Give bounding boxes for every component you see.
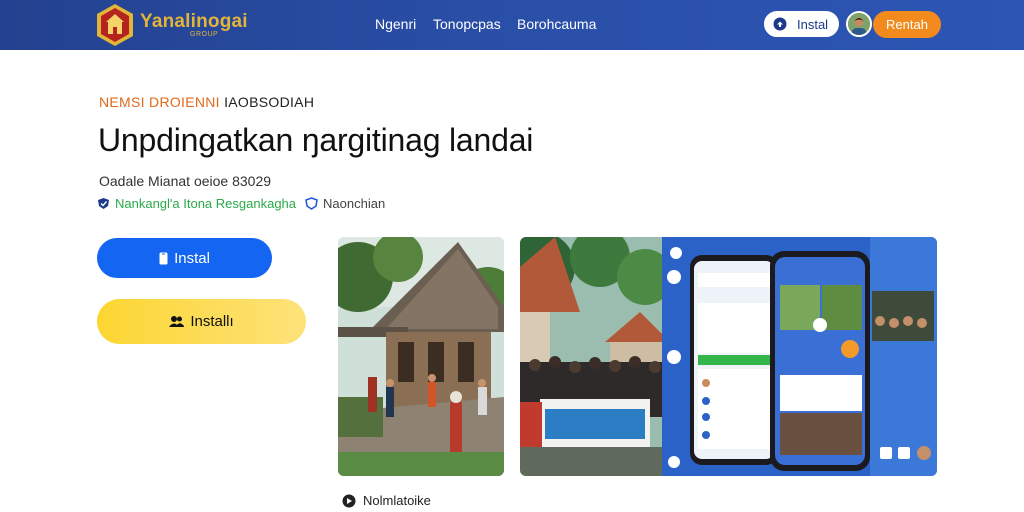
header-install-label: Instal	[797, 16, 829, 32]
user-avatar[interactable]	[846, 11, 872, 37]
install-secondary-button[interactable]: Installı	[97, 299, 306, 344]
header-cta-button[interactable]: Rentah	[873, 11, 941, 38]
brand-name: Yanalinogai	[140, 11, 248, 32]
nav-link-1[interactable]: Ngenri	[375, 16, 416, 32]
eyebrow-highlight: NEMSI DROIENNI	[99, 94, 220, 110]
users-icon	[169, 315, 185, 328]
feature-tags: Nankangl'a Itona Resgankagha Naonchian	[97, 195, 385, 211]
bottom-note[interactable]: Nolmlatoike	[342, 493, 431, 508]
heart-shield-icon	[305, 196, 318, 210]
hero-subline: Oadale Mianat oeioe 83029	[99, 173, 272, 189]
info-icon	[342, 494, 356, 508]
install-secondary-label: Installı	[190, 313, 234, 330]
top-navigation-bar: Yanalinogai GROUP Ngenri Tonopcpas Boroh…	[0, 0, 1024, 50]
header-install-button[interactable]: Instal	[764, 11, 839, 37]
download-cloud-icon	[773, 17, 787, 31]
phone-icon	[159, 252, 168, 265]
install-primary-button[interactable]: Instal	[97, 238, 272, 278]
install-primary-label: Instal	[174, 249, 210, 267]
brand-subtitle: GROUP	[190, 31, 219, 38]
eyebrow-text: NEMSI DROIENNI IAOBSODIAH	[99, 94, 314, 110]
check-shield-icon	[97, 197, 110, 210]
feature-tag-gray[interactable]: Naonchian	[323, 196, 385, 211]
feature-tag-green[interactable]: Nankangl'a Itona Resgankagha	[115, 196, 296, 211]
nav-link-3[interactable]: Borohcauma	[517, 16, 596, 32]
page-title: Unpdingatkan ŋargitinag landai	[98, 122, 534, 158]
village-photo	[338, 237, 504, 476]
eyebrow-rest: IAOBSODIAH	[224, 94, 315, 110]
logo-icon[interactable]	[96, 3, 134, 47]
app-showcase-image	[520, 237, 937, 476]
bottom-note-label: Nolmlatoike	[363, 493, 431, 508]
nav-link-2[interactable]: Tonopcpas	[433, 16, 501, 32]
